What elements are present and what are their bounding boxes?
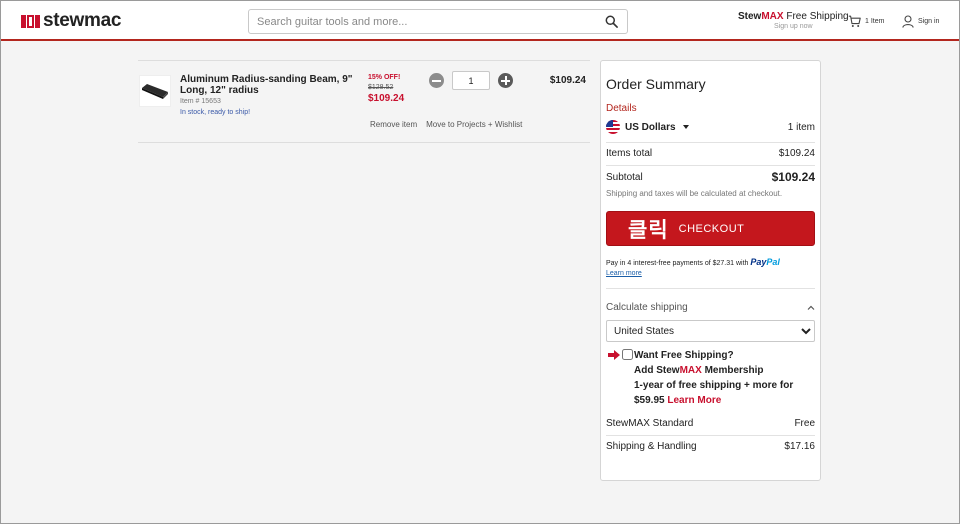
items-total-label: Items total bbox=[606, 148, 653, 159]
search-icon[interactable] bbox=[605, 15, 618, 28]
product-title[interactable]: Aluminum Radius-sanding Beam, 9" Long, 1… bbox=[180, 74, 355, 96]
stewmax-standard-value: Free bbox=[794, 418, 815, 429]
calculate-shipping-toggle[interactable]: Calculate shipping bbox=[606, 302, 815, 313]
promo-headline: Want Free Shipping? bbox=[634, 350, 734, 361]
search-input[interactable] bbox=[257, 15, 587, 29]
site-header: stewmac StewMAX Free Shipping Sign up no… bbox=[1, 1, 959, 41]
logo-mark-icon bbox=[21, 14, 40, 28]
paypal-message: Pay in 4 interest-free payments of $27.3… bbox=[606, 257, 780, 279]
sign-in-label: Sign in bbox=[918, 18, 940, 25]
click-badge: 클릭 bbox=[628, 217, 669, 242]
calculate-shipping-label: Calculate shipping bbox=[606, 302, 688, 313]
product-info: Aluminum Radius-sanding Beam, 9" Long, 1… bbox=[180, 74, 355, 116]
checkout-button[interactable]: 클릭 CHECKOUT bbox=[606, 211, 815, 246]
stewmax-free-shipping-link[interactable]: StewMAX Free Shipping Sign up now bbox=[738, 11, 849, 30]
promo-membership-prefix: Add Stew bbox=[634, 365, 680, 376]
remove-item-link[interactable]: Remove item bbox=[370, 120, 417, 129]
price-block: 15% OFF! $128.52 $109.24 bbox=[368, 74, 404, 104]
stewmax-prefix: Stew bbox=[738, 11, 762, 22]
paypal-logo-pal: Pal bbox=[766, 257, 780, 267]
shipping-note: Shipping and taxes will be calculated at… bbox=[606, 189, 783, 198]
sign-in-link[interactable]: Sign in bbox=[902, 15, 939, 28]
cart-icon bbox=[848, 15, 861, 27]
promo-membership: Add StewMAX Membership bbox=[634, 363, 817, 378]
items-count: 1 item bbox=[787, 121, 815, 133]
stewmac-logo[interactable]: stewmac bbox=[21, 11, 121, 31]
original-price: $128.52 bbox=[368, 84, 394, 91]
paypal-text: Pay in 4 interest-free payments of $27.3… bbox=[606, 260, 749, 267]
shipping-handling-value: $17.16 bbox=[784, 441, 815, 452]
free-shipping-checkbox[interactable] bbox=[622, 349, 633, 360]
promo-text: Want Free Shipping? Add StewMAX Membersh… bbox=[634, 348, 817, 408]
items-total-row: Items total $109.24 bbox=[606, 148, 815, 159]
quantity-input[interactable] bbox=[452, 71, 490, 90]
product-item-number: Item # 15653 bbox=[180, 98, 221, 105]
stewmax-suffix: Free Shipping bbox=[783, 11, 849, 22]
item-actions: Remove item Move to Projects + Wishlist bbox=[370, 120, 522, 129]
stewmax-headline: StewMAX Free Shipping bbox=[738, 11, 849, 22]
quantity-decrease-button[interactable] bbox=[429, 73, 444, 88]
cart-item-row: Aluminum Radius-sanding Beam, 9" Long, 1… bbox=[138, 60, 590, 143]
promo-membership-max: MAX bbox=[679, 365, 702, 376]
cart-items-list: Aluminum Radius-sanding Beam, 9" Long, 1… bbox=[138, 60, 590, 143]
arrow-right-icon bbox=[608, 350, 620, 360]
currency-selector[interactable]: US Dollars bbox=[625, 122, 676, 133]
move-to-wishlist-link[interactable]: Move to Projects + Wishlist bbox=[426, 120, 522, 129]
promo-price: $59.95 bbox=[634, 395, 665, 406]
us-flag-icon bbox=[606, 120, 620, 134]
divider bbox=[606, 435, 815, 436]
promo-price-line: $59.95 Learn More bbox=[634, 393, 817, 408]
promo-membership-suffix: Membership bbox=[701, 365, 764, 376]
details-label: Details bbox=[606, 103, 637, 114]
paypal-logo: PayPal bbox=[750, 257, 780, 267]
cart-link[interactable]: 1 Item bbox=[848, 15, 884, 28]
checkout-label: CHECKOUT bbox=[678, 222, 745, 235]
product-image[interactable] bbox=[139, 75, 171, 107]
logo-text: stewmac bbox=[43, 10, 122, 31]
stewmax-max: MAX bbox=[761, 11, 784, 22]
divider bbox=[606, 288, 815, 289]
discount-badge: 15% OFF! bbox=[368, 74, 401, 81]
stewmax-signup: Sign up now bbox=[774, 23, 813, 30]
search-bar[interactable] bbox=[248, 9, 628, 34]
order-summary-panel: Order Summary Details US Dollars 1 item … bbox=[600, 60, 821, 481]
paypal-logo-pay: Pay bbox=[750, 257, 767, 267]
subtotal-row: Subtotal $109.24 bbox=[606, 170, 815, 184]
quantity-increase-button[interactable] bbox=[498, 73, 513, 88]
chevron-up-icon[interactable] bbox=[807, 304, 815, 312]
divider bbox=[606, 142, 815, 143]
shipping-handling-row: Shipping & Handling $17.16 bbox=[606, 441, 815, 452]
order-summary-title: Order Summary bbox=[606, 76, 706, 92]
divider bbox=[606, 165, 815, 166]
subtotal-value: $109.24 bbox=[771, 170, 815, 184]
paypal-learn-more-link[interactable]: Learn more bbox=[606, 269, 780, 279]
shipping-handling-label: Shipping & Handling bbox=[606, 441, 697, 452]
stewmax-standard-label: StewMAX Standard bbox=[606, 418, 694, 429]
currency-row: US Dollars 1 item bbox=[606, 119, 815, 135]
user-icon bbox=[902, 15, 914, 28]
line-total: $109.24 bbox=[549, 75, 586, 86]
stock-status: In stock, ready to ship! bbox=[180, 109, 251, 116]
promo-benefit: 1-year of free shipping + more for bbox=[634, 380, 794, 391]
promo-learn-more-link[interactable]: Learn More bbox=[667, 395, 721, 406]
sale-price: $109.24 bbox=[368, 93, 405, 104]
caret-down-icon[interactable] bbox=[682, 125, 689, 129]
cart-count-label: 1 Item bbox=[865, 18, 885, 25]
country-select[interactable]: United States bbox=[606, 320, 815, 342]
subtotal-label: Subtotal bbox=[606, 171, 643, 183]
stewmax-standard-row: StewMAX Standard Free bbox=[606, 418, 815, 429]
product-thumbnail-icon bbox=[142, 84, 168, 99]
items-total-value: $109.24 bbox=[778, 148, 815, 159]
